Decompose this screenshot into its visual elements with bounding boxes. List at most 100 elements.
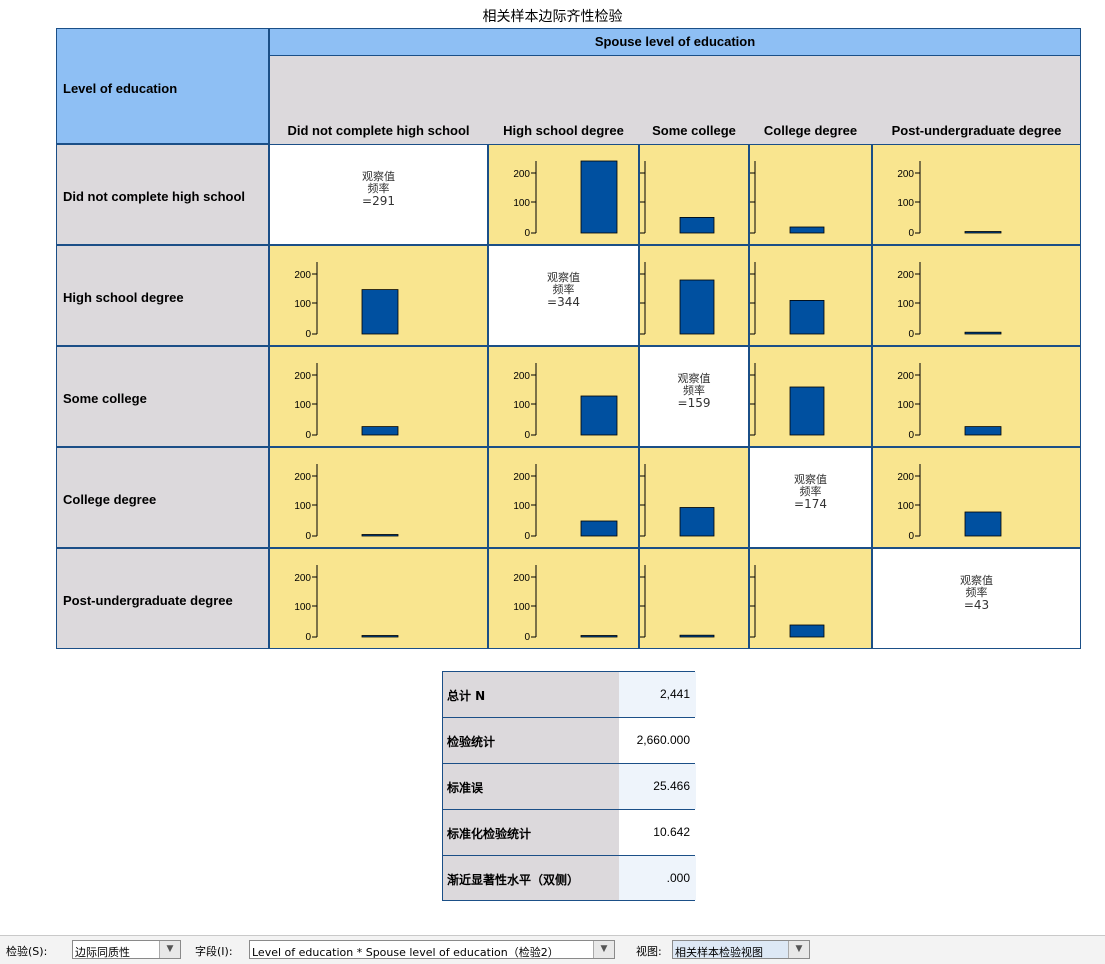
stats-value: 2,441 — [619, 672, 696, 717]
frequency-bar — [679, 634, 715, 638]
mini-bar-chart-cell: 00000 — [749, 144, 872, 245]
frequency-bar — [580, 395, 618, 436]
chevron-down-icon[interactable]: ▼ — [593, 941, 614, 958]
statistics-table: 总计 N 2,441 检验统计 2,660.000 标准误 25.466 标准化… — [442, 671, 696, 901]
y-axis — [531, 565, 537, 638]
marginal-homogeneity-matrix: Level of education Spouse level of educa… — [56, 28, 1081, 649]
test-select[interactable]: 边际同质性 ▼ — [72, 940, 181, 959]
tick-label: 200 — [294, 270, 311, 281]
mini-bar-chart-cell: 200 100 0 — [872, 346, 1081, 447]
tick-label: 200 — [897, 270, 914, 281]
test-select-value: 边际同质性 — [75, 946, 130, 959]
tick-label: 0 — [305, 531, 311, 542]
row-header: Did not complete high school — [56, 144, 269, 245]
frequency-value: =291 — [362, 194, 395, 208]
mini-bar-chart: 200 100 0 — [897, 161, 1002, 239]
frequency-bar — [361, 635, 399, 638]
row-header-label: High school degree — [63, 290, 184, 305]
y-axis — [312, 464, 318, 537]
mini-bar-chart: 200 100 0 — [513, 160, 618, 239]
stats-label: 检验统计 — [443, 718, 619, 763]
stats-label: 标准化检验统计 — [443, 810, 619, 855]
y-axis — [750, 262, 756, 335]
row-header: High school degree — [56, 245, 269, 346]
chevron-down-icon[interactable]: ▼ — [159, 941, 180, 958]
mini-bar-chart: 200 100 0 — [897, 464, 1002, 542]
tick-label: 100 — [294, 602, 311, 613]
mini-bar-chart-cell: 00000 — [749, 548, 872, 649]
mini-bar-chart-cell: 00000 — [749, 245, 872, 346]
frequency-bar — [789, 226, 825, 234]
y-axis — [640, 464, 646, 537]
mini-bar-chart-cell: 200 100 0 — [488, 346, 639, 447]
field-select[interactable]: Level of education * Spouse level of edu… — [249, 940, 615, 959]
mini-bar-chart: 200 100 0 — [294, 464, 399, 542]
tick-label: 200 — [513, 472, 530, 483]
y-axis — [915, 262, 921, 335]
y-axis — [750, 565, 756, 638]
tick-label: 200 — [513, 371, 530, 382]
row-header-title: Level of education — [63, 81, 178, 96]
diagonal-cell: 观察值 频率 =159 — [639, 346, 749, 447]
mini-bar-chart-cell: 200 100 0 — [488, 144, 639, 245]
tick-label: 0 — [908, 329, 914, 340]
stats-row-test-statistic: 检验统计 2,660.000 — [442, 717, 696, 763]
row-header-label: Post-undergraduate degree — [63, 593, 233, 608]
stats-value: 10.642 — [619, 810, 696, 855]
y-axis — [640, 262, 646, 335]
stats-label: 标准误 — [443, 764, 619, 809]
column-header: Post-undergraduate degree — [891, 123, 1062, 138]
tick-label: 200 — [294, 573, 311, 584]
tick-label: 200 — [294, 371, 311, 382]
chevron-down-icon[interactable]: ▼ — [788, 941, 809, 958]
y-axis — [531, 363, 537, 436]
diagonal-cell: 观察值 频率 =43 — [872, 548, 1081, 649]
mini-bar-chart: 200 100 0 — [897, 363, 1002, 441]
stats-value: 25.466 — [619, 764, 696, 809]
row-header-corner: Level of education — [56, 28, 269, 144]
y-axis — [312, 262, 318, 335]
tick-label: 100 — [897, 299, 914, 310]
diagonal-observed-frequency: 观察值 频率 =291 — [270, 171, 487, 208]
frequency-bar — [964, 231, 1002, 234]
frequency-bar — [964, 331, 1002, 335]
frequency-bar — [789, 300, 825, 335]
mini-bar-chart-cell: 00000 — [639, 548, 749, 649]
frequency-bar — [964, 511, 1002, 537]
tick-label: 100 — [897, 501, 914, 512]
view-select[interactable]: 相关样本检验视图 ▼ — [672, 940, 810, 959]
frequency-bar — [789, 386, 825, 436]
y-axis — [531, 464, 537, 537]
mini-bar-chart: 200 100 0 — [513, 565, 618, 643]
field-select-value: Level of education * Spouse level of edu… — [252, 946, 559, 959]
diagonal-observed-frequency: 观察值 频率 =344 — [489, 272, 638, 309]
mini-bar-chart: 00000 — [640, 464, 715, 537]
mini-bar-chart-cell: 00000 — [639, 447, 749, 548]
tick-label: 100 — [897, 400, 914, 411]
tick-label: 0 — [908, 430, 914, 441]
frequency-bar — [580, 635, 618, 638]
mini-bar-chart: 200 100 0 — [294, 565, 399, 643]
bottom-toolbar: 检验(S): 边际同质性 ▼ 字段(I): Level of education… — [0, 935, 1105, 964]
test-label: 检验(S): — [6, 945, 48, 958]
tick-label: 100 — [513, 602, 530, 613]
column-header: Did not complete high school — [287, 123, 470, 138]
mini-bar-chart-cell: 200 100 0 — [872, 144, 1081, 245]
y-axis — [915, 161, 921, 234]
frequency-bar — [964, 426, 1002, 436]
tick-label: 100 — [294, 501, 311, 512]
tick-label: 0 — [524, 430, 530, 441]
stats-value: 2,660.000 — [619, 718, 696, 763]
view-select-value: 相关样本检验视图 — [675, 946, 763, 959]
mini-bar-chart: 00000 — [750, 565, 825, 638]
row-header-label: Some college — [63, 391, 147, 406]
y-axis — [750, 363, 756, 436]
page-title: 相关样本边际齐性检验 — [482, 9, 623, 25]
tick-label: 0 — [908, 531, 914, 542]
mini-bar-chart-cell: 200 100 0 — [269, 447, 488, 548]
frequency-bar — [580, 520, 618, 537]
frequency-bar — [679, 507, 715, 537]
row-header: Some college — [56, 346, 269, 447]
stats-row-standard-error: 标准误 25.466 — [442, 763, 696, 809]
y-axis — [915, 363, 921, 436]
